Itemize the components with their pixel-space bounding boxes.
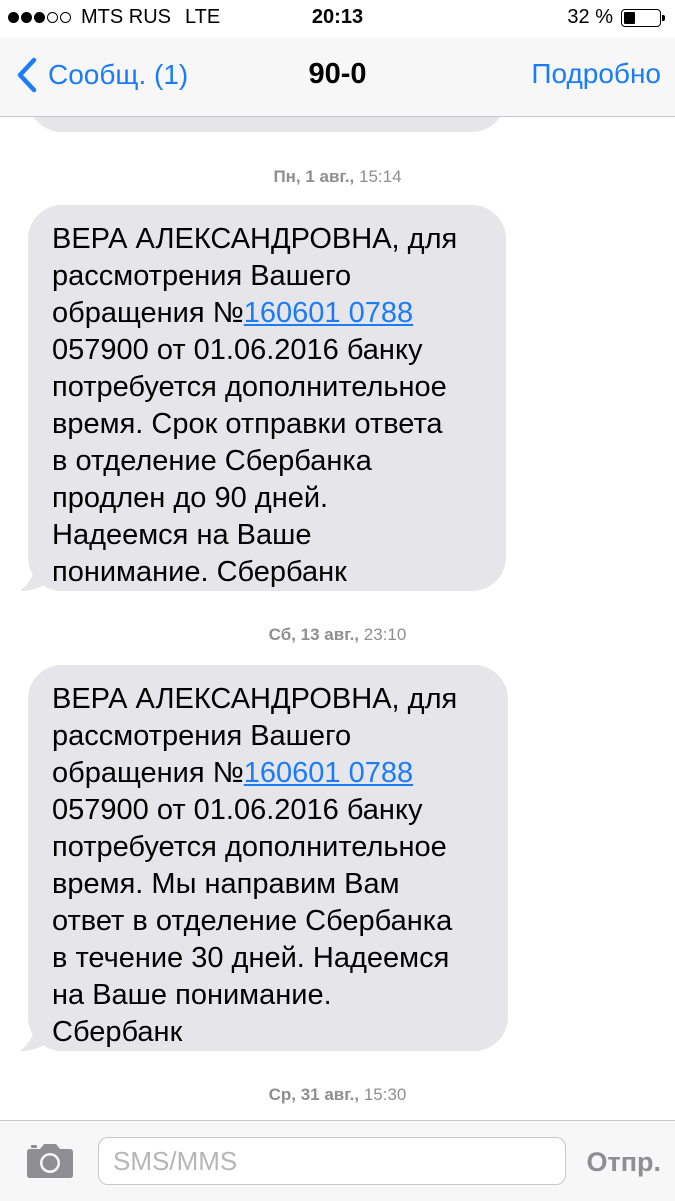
message-input[interactable]: [98, 1137, 566, 1185]
details-button[interactable]: Подробно: [531, 58, 661, 90]
message-line: потребуется дополнительное: [52, 829, 486, 866]
message-line: 057900 от 01.06.2016 банку: [52, 332, 484, 369]
camera-icon[interactable]: [26, 1143, 74, 1179]
battery-cap: [662, 14, 665, 21]
message-text: рассмотрения Вашего: [52, 260, 352, 292]
message-line: 057900 от 01.06.2016 банку: [52, 792, 486, 829]
message-line: Надеемся на Ваше: [52, 517, 484, 554]
message-text: Сбербанк: [52, 1016, 183, 1048]
message-bubble[interactable]: ВЕРА АЛЕКСАНДРОВНА, для рассмотрения Ваше…: [28, 205, 506, 591]
message-text: рассмотрения Вашего: [52, 720, 352, 752]
message-text: время. Мы направим Вам: [52, 868, 400, 900]
message-text: на Ваше понимание.: [52, 979, 332, 1011]
message-line: ответ в отделение Сбербанка: [52, 903, 486, 940]
message-line: время. Срок отправки ответа: [52, 406, 484, 443]
timestamp-time: 15:30: [363, 1085, 407, 1104]
message-text: потребуется дополнительное: [52, 831, 447, 863]
compose-bar: Отпр.: [0, 1120, 675, 1201]
message-timestamp: Пн, 1 авг., 15:14: [0, 167, 675, 187]
message-line: обращения №160601 0788: [52, 755, 486, 792]
battery-fill: [624, 11, 635, 24]
message-line: время. Мы направим Вам: [52, 866, 486, 903]
navigation-bar: Сообщ. (1) 90-0 Подробно: [0, 38, 675, 117]
message-text: в течение 30 дней. Надеемся: [52, 942, 450, 974]
status-bar: MTS RUS LTE 20:13 32 %: [0, 0, 675, 38]
message-line: на Ваше понимание.: [52, 977, 486, 1014]
timestamp-day: Ср, 31 авг.,: [268, 1085, 360, 1104]
message-text: 057900 от 01.06.2016 банку: [52, 334, 423, 366]
message-text: ВЕРА АЛЕКСАНДРОВНА, для: [52, 223, 458, 255]
message-line: понимание. Сбербанк: [52, 554, 484, 591]
message-line: ВЕРА АЛЕКСАНДРОВНА, для: [52, 221, 484, 258]
message-text: потребуется дополнительное: [52, 371, 447, 403]
message-timestamp: Ср, 31 авг., 15:30: [0, 1085, 675, 1105]
message-line: обращения №160601 0788: [52, 295, 484, 332]
message-timestamp: Сб, 13 авг., 23:10: [0, 625, 675, 645]
timestamp-day: Пн, 1 авг.,: [273, 167, 355, 186]
message-bubble-partial[interactable]: [28, 117, 506, 132]
battery-icon: [621, 8, 665, 27]
message-text: Надеемся на Ваше: [52, 519, 312, 551]
message-text: время. Срок отправки ответа: [52, 408, 443, 440]
phone-number-link[interactable]: 160601 0788: [244, 297, 413, 329]
bubble-tail: [20, 557, 52, 591]
message-text: в отделение Сбербанка: [52, 445, 372, 477]
message-line: рассмотрения Вашего: [52, 258, 484, 295]
message-line: потребуется дополнительное: [52, 369, 484, 406]
message-text: понимание. Сбербанк: [52, 556, 347, 588]
message-text: продлен до 90 дней.: [52, 482, 329, 514]
message-text: обращения №: [52, 757, 244, 789]
send-button[interactable]: Отпр.: [586, 1147, 661, 1178]
message-text: ВЕРА АЛЕКСАНДРОВНА, для: [52, 683, 458, 715]
message-line: ВЕРА АЛЕКСАНДРОВНА, для: [52, 681, 486, 718]
timestamp-day: Сб, 13 авг.,: [268, 625, 360, 644]
bubble-tail: [20, 1017, 52, 1051]
battery-percent: 32 %: [567, 6, 613, 28]
message-bubble[interactable]: ВЕРА АЛЕКСАНДРОВНА, для рассмотрения Ваше…: [28, 665, 508, 1051]
message-line: продлен до 90 дней.: [52, 480, 484, 517]
message-line: в течение 30 дней. Надеемся: [52, 940, 486, 977]
phone-number-link[interactable]: 160601 0788: [244, 757, 413, 789]
message-line: в отделение Сбербанка: [52, 443, 484, 480]
message-text: обращения №: [52, 297, 244, 329]
message-line: рассмотрения Вашего: [52, 718, 486, 755]
message-line: Сбербанк: [52, 1014, 486, 1051]
timestamp-time: 15:14: [359, 167, 402, 186]
message-list[interactable]: Пн, 1 авг., 15:14 ВЕРА АЛЕКСАНДРОВНА, дл…: [0, 117, 675, 1120]
message-text: 057900 от 01.06.2016 банку: [52, 794, 423, 826]
status-right: 32 %: [567, 6, 665, 29]
timestamp-time: 23:10: [363, 625, 407, 644]
message-text: ответ в отделение Сбербанка: [52, 905, 453, 937]
